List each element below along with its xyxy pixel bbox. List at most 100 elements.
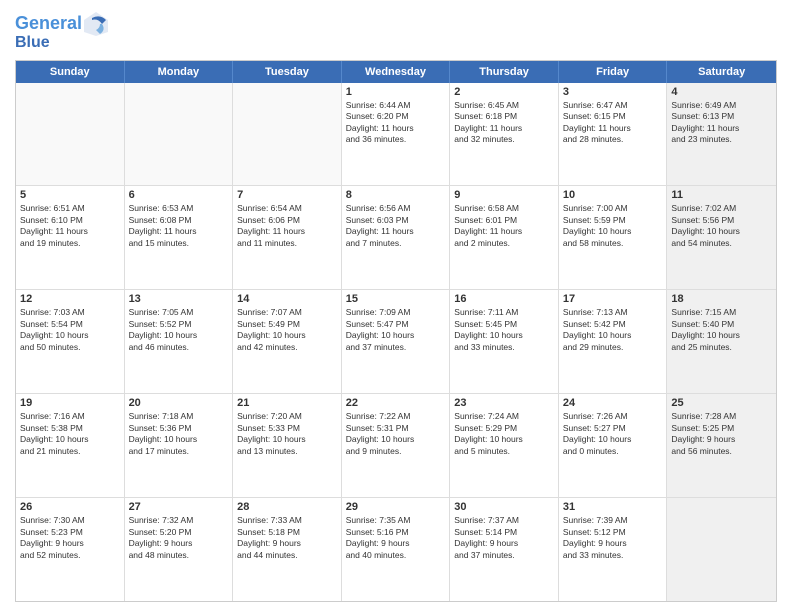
day-cell-20: 20 Sunrise: 7:18 AM Sunset: 5:36 PM Dayli…: [125, 394, 234, 497]
day-cell-27: 27Sunrise: 7:32 AM Sunset: 5:20 PM Dayli…: [125, 498, 234, 601]
weekday-header-sunday: Sunday: [16, 61, 125, 83]
day-info: Sunrise: 7:30 AM Sunset: 5:23 PM Dayligh…: [20, 515, 120, 561]
day-number: 20: [129, 397, 229, 409]
logo: General Blue: [15, 10, 110, 52]
day-info: Sunrise: 6:44 AM Sunset: 6:20 PM Dayligh…: [346, 100, 446, 146]
day-cell-empty-4-6: [667, 498, 776, 601]
day-info: Sunrise: 7:26 AM Sunset: 5:27 PM Dayligh…: [563, 411, 663, 457]
day-info: Sunrise: 7:15 AM Sunset: 5:40 PM Dayligh…: [671, 307, 772, 353]
day-number: 30: [454, 501, 554, 513]
day-number: 7: [237, 189, 337, 201]
calendar: SundayMondayTuesdayWednesdayThursdayFrid…: [15, 60, 777, 602]
day-info: Sunrise: 6:49 AM Sunset: 6:13 PM Dayligh…: [671, 100, 772, 146]
day-number: 9: [454, 189, 554, 201]
day-info: Sunrise: 7:24 AM Sunset: 5:29 PM Dayligh…: [454, 411, 554, 457]
day-cell-25: 25Sunrise: 7:28 AM Sunset: 5:25 PM Dayli…: [667, 394, 776, 497]
logo-blue: Blue: [15, 34, 50, 52]
page: General Blue SundayMondayTuesdayWednesda…: [0, 0, 792, 612]
day-number: 10: [563, 189, 663, 201]
weekday-header-monday: Monday: [125, 61, 234, 83]
day-number: 11: [671, 189, 772, 201]
day-cell-13: 13 Sunrise: 7:05 AM Sunset: 5:52 PM Dayli…: [125, 290, 234, 393]
day-info: Sunrise: 7:03 AM Sunset: 5:54 PM Dayligh…: [20, 307, 120, 353]
day-info: Sunrise: 6:58 AM Sunset: 6:01 PM Dayligh…: [454, 203, 554, 249]
day-info: Sunrise: 6:51 AM Sunset: 6:10 PM Dayligh…: [20, 203, 120, 249]
logo-text: General: [15, 14, 82, 34]
day-number: 28: [237, 501, 337, 513]
day-number: 26: [20, 501, 120, 513]
day-cell-3: 3Sunrise: 6:47 AM Sunset: 6:15 PM Daylig…: [559, 83, 668, 186]
day-info: Sunrise: 7:02 AM Sunset: 5:56 PM Dayligh…: [671, 203, 772, 249]
day-number: 22: [346, 397, 446, 409]
header: General Blue: [15, 10, 777, 52]
day-cell-26: 26 Sunrise: 7:30 AM Sunset: 5:23 PM Dayli…: [16, 498, 125, 601]
day-cell-15: 15Sunrise: 7:09 AM Sunset: 5:47 PM Dayli…: [342, 290, 451, 393]
day-number: 27: [129, 501, 229, 513]
day-cell-empty-0-1: [125, 83, 234, 186]
day-number: 15: [346, 293, 446, 305]
day-number: 29: [346, 501, 446, 513]
calendar-row-0: 1 Sunrise: 6:44 AM Sunset: 6:20 PM Daylig…: [16, 83, 776, 186]
weekday-header-friday: Friday: [559, 61, 668, 83]
day-cell-5: 5 Sunrise: 6:51 AM Sunset: 6:10 PM Daylig…: [16, 186, 125, 289]
weekday-header-thursday: Thursday: [450, 61, 559, 83]
day-cell-6: 6Sunrise: 6:53 AM Sunset: 6:08 PM Daylig…: [125, 186, 234, 289]
day-cell-31: 31 Sunrise: 7:39 AM Sunset: 5:12 PM Dayli…: [559, 498, 668, 601]
day-info: Sunrise: 6:45 AM Sunset: 6:18 PM Dayligh…: [454, 100, 554, 146]
day-cell-17: 17 Sunrise: 7:13 AM Sunset: 5:42 PM Dayli…: [559, 290, 668, 393]
day-info: Sunrise: 7:28 AM Sunset: 5:25 PM Dayligh…: [671, 411, 772, 457]
day-number: 2: [454, 86, 554, 98]
day-cell-12: 12 Sunrise: 7:03 AM Sunset: 5:54 PM Dayli…: [16, 290, 125, 393]
day-number: 16: [454, 293, 554, 305]
day-cell-29: 29 Sunrise: 7:35 AM Sunset: 5:16 PM Dayli…: [342, 498, 451, 601]
day-number: 17: [563, 293, 663, 305]
day-info: Sunrise: 7:18 AM Sunset: 5:36 PM Dayligh…: [129, 411, 229, 457]
day-number: 21: [237, 397, 337, 409]
calendar-row-3: 19Sunrise: 7:16 AM Sunset: 5:38 PM Dayli…: [16, 393, 776, 497]
calendar-header: SundayMondayTuesdayWednesdayThursdayFrid…: [16, 61, 776, 83]
day-cell-1: 1 Sunrise: 6:44 AM Sunset: 6:20 PM Daylig…: [342, 83, 451, 186]
day-info: Sunrise: 7:05 AM Sunset: 5:52 PM Dayligh…: [129, 307, 229, 353]
day-cell-empty-0-2: [233, 83, 342, 186]
day-number: 31: [563, 501, 663, 513]
logo-icon: [82, 10, 110, 38]
day-cell-28: 28 Sunrise: 7:33 AM Sunset: 5:18 PM Dayli…: [233, 498, 342, 601]
day-number: 5: [20, 189, 120, 201]
day-cell-30: 30 Sunrise: 7:37 AM Sunset: 5:14 PM Dayli…: [450, 498, 559, 601]
day-number: 3: [563, 86, 663, 98]
calendar-row-2: 12 Sunrise: 7:03 AM Sunset: 5:54 PM Dayli…: [16, 289, 776, 393]
calendar-row-4: 26 Sunrise: 7:30 AM Sunset: 5:23 PM Dayli…: [16, 497, 776, 601]
day-number: 1: [346, 86, 446, 98]
day-info: Sunrise: 7:16 AM Sunset: 5:38 PM Dayligh…: [20, 411, 120, 457]
day-cell-2: 2 Sunrise: 6:45 AM Sunset: 6:18 PM Daylig…: [450, 83, 559, 186]
day-cell-22: 22 Sunrise: 7:22 AM Sunset: 5:31 PM Dayli…: [342, 394, 451, 497]
day-info: Sunrise: 7:13 AM Sunset: 5:42 PM Dayligh…: [563, 307, 663, 353]
day-cell-24: 24 Sunrise: 7:26 AM Sunset: 5:27 PM Dayli…: [559, 394, 668, 497]
day-cell-9: 9 Sunrise: 6:58 AM Sunset: 6:01 PM Daylig…: [450, 186, 559, 289]
day-number: 23: [454, 397, 554, 409]
day-info: Sunrise: 7:37 AM Sunset: 5:14 PM Dayligh…: [454, 515, 554, 561]
day-info: Sunrise: 7:20 AM Sunset: 5:33 PM Dayligh…: [237, 411, 337, 457]
day-cell-8: 8 Sunrise: 6:56 AM Sunset: 6:03 PM Daylig…: [342, 186, 451, 289]
day-info: Sunrise: 6:56 AM Sunset: 6:03 PM Dayligh…: [346, 203, 446, 249]
day-number: 8: [346, 189, 446, 201]
day-number: 13: [129, 293, 229, 305]
day-cell-21: 21 Sunrise: 7:20 AM Sunset: 5:33 PM Dayli…: [233, 394, 342, 497]
day-cell-18: 18 Sunrise: 7:15 AM Sunset: 5:40 PM Dayli…: [667, 290, 776, 393]
day-info: Sunrise: 7:11 AM Sunset: 5:45 PM Dayligh…: [454, 307, 554, 353]
day-cell-16: 16 Sunrise: 7:11 AM Sunset: 5:45 PM Dayli…: [450, 290, 559, 393]
day-number: 4: [671, 86, 772, 98]
day-info: Sunrise: 7:33 AM Sunset: 5:18 PM Dayligh…: [237, 515, 337, 561]
day-number: 12: [20, 293, 120, 305]
day-cell-11: 11 Sunrise: 7:02 AM Sunset: 5:56 PM Dayli…: [667, 186, 776, 289]
day-number: 14: [237, 293, 337, 305]
day-info: Sunrise: 7:00 AM Sunset: 5:59 PM Dayligh…: [563, 203, 663, 249]
day-info: Sunrise: 7:39 AM Sunset: 5:12 PM Dayligh…: [563, 515, 663, 561]
day-number: 18: [671, 293, 772, 305]
day-info: Sunrise: 7:22 AM Sunset: 5:31 PM Dayligh…: [346, 411, 446, 457]
calendar-body: 1 Sunrise: 6:44 AM Sunset: 6:20 PM Daylig…: [16, 83, 776, 601]
day-info: Sunrise: 7:35 AM Sunset: 5:16 PM Dayligh…: [346, 515, 446, 561]
calendar-row-1: 5 Sunrise: 6:51 AM Sunset: 6:10 PM Daylig…: [16, 185, 776, 289]
day-number: 24: [563, 397, 663, 409]
day-info: Sunrise: 7:07 AM Sunset: 5:49 PM Dayligh…: [237, 307, 337, 353]
